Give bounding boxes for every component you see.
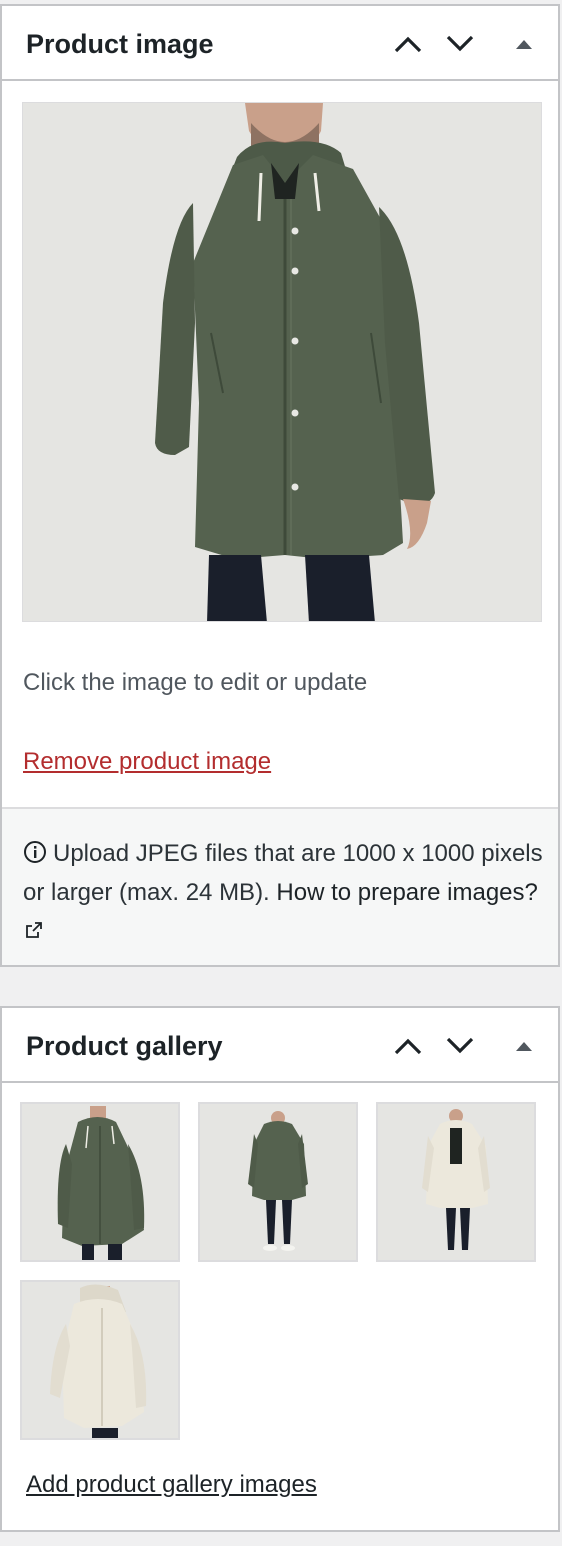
product-gallery-title: Product gallery xyxy=(26,1031,223,1061)
main-product-photo[interactable] xyxy=(22,102,542,622)
gallery-thumbnail[interactable] xyxy=(20,1280,180,1440)
remove-product-image-link[interactable]: Remove product image xyxy=(23,747,271,777)
cream-raincoat-full-thumb xyxy=(378,1104,534,1260)
chevron-down-icon xyxy=(446,35,474,52)
gallery-thumbnail[interactable] xyxy=(376,1102,536,1262)
triangle-up-icon xyxy=(516,40,532,49)
chevron-up-icon xyxy=(394,36,422,53)
gallery-thumbnail[interactable] xyxy=(20,1102,180,1262)
green-raincoat-image xyxy=(23,103,541,621)
upload-notice-text: Upload JPEG files that are 1000 x 1000 p… xyxy=(23,834,543,951)
chevron-up-icon xyxy=(394,1038,422,1055)
move-down-button[interactable] xyxy=(440,24,480,64)
product-image-header: Product image xyxy=(2,6,558,81)
external-link-icon xyxy=(26,922,42,938)
toggle-panel-button[interactable] xyxy=(504,1026,544,1066)
info-icon xyxy=(24,841,46,863)
triangle-up-icon xyxy=(516,1042,532,1051)
add-gallery-images-link[interactable]: Add product gallery images xyxy=(26,1470,317,1500)
move-up-button[interactable] xyxy=(388,24,428,64)
product-image-panel: Product image Click the image to edit or… xyxy=(0,4,560,967)
move-down-button[interactable] xyxy=(440,1026,480,1066)
product-gallery-header: Product gallery xyxy=(2,1008,558,1083)
product-image-title: Product image xyxy=(26,29,214,59)
green-raincoat-full-thumb xyxy=(200,1104,356,1260)
gallery-thumbnail[interactable] xyxy=(198,1102,358,1262)
move-up-button[interactable] xyxy=(388,1026,428,1066)
how-to-prepare-images-label: How to prepare images? xyxy=(276,879,538,906)
edit-image-hint: Click the image to edit or update xyxy=(23,669,368,696)
green-raincoat-thumb xyxy=(22,1104,178,1260)
toggle-panel-button[interactable] xyxy=(504,24,544,64)
cream-raincoat-thumb xyxy=(22,1282,178,1438)
product-gallery-panel: Product gallery Add product gallery imag… xyxy=(0,1006,560,1532)
chevron-down-icon xyxy=(446,1037,474,1054)
upload-notice: Upload JPEG files that are 1000 x 1000 p… xyxy=(2,807,558,965)
